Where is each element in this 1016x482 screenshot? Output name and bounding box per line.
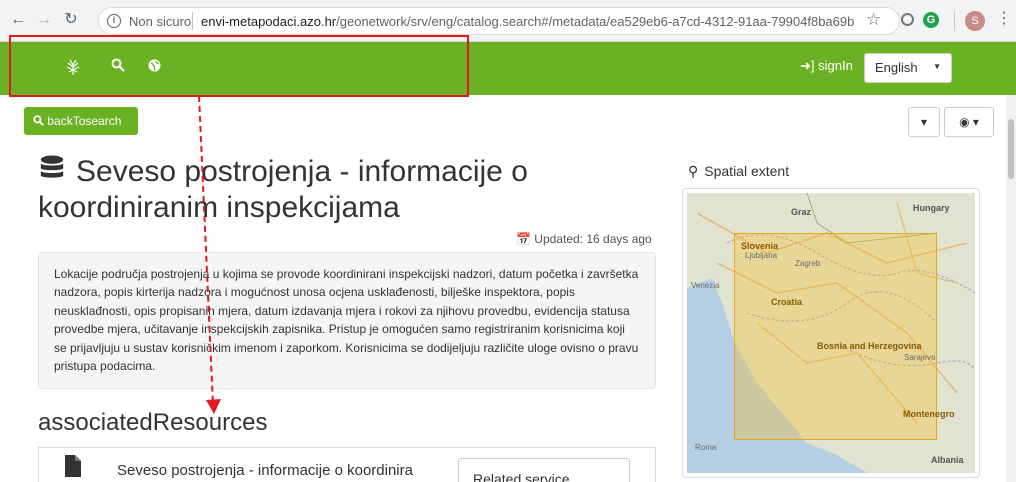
annotation-arrow bbox=[198, 95, 221, 414]
page: ← → ↻ i Non sicuro envi-metapodaci.azo.h… bbox=[0, 0, 1016, 482]
